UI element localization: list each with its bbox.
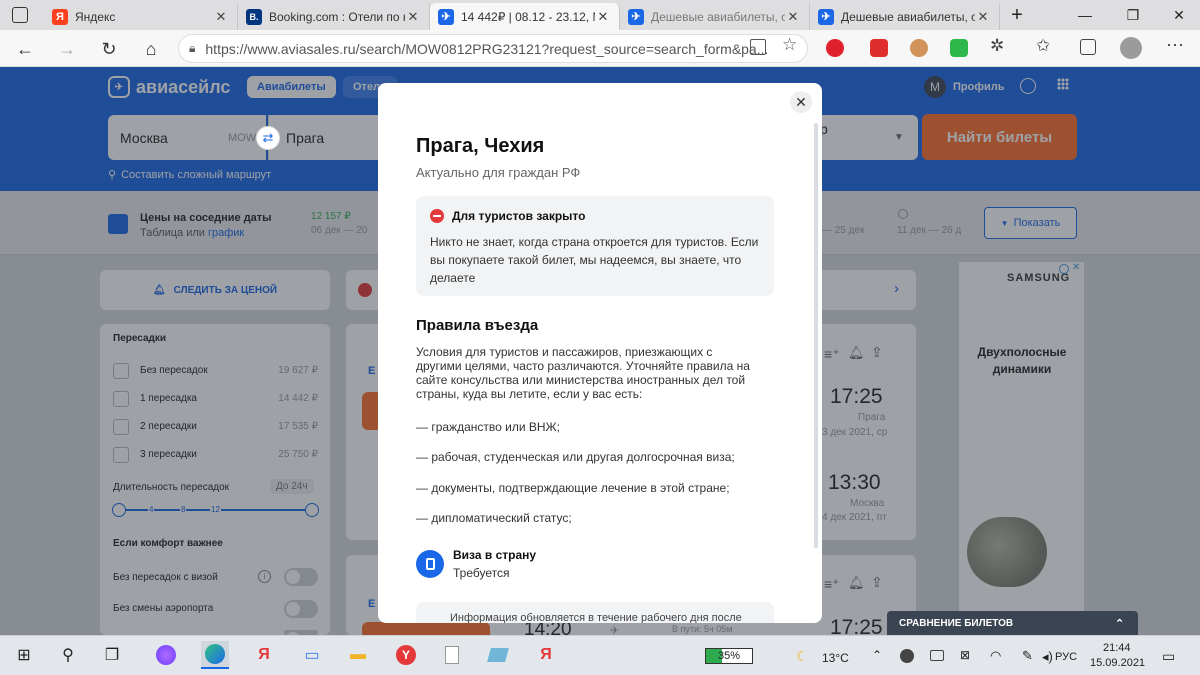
- tab-title: Booking.com : Отели по н: [269, 9, 405, 24]
- windows-taskbar: [0, 635, 1200, 675]
- extension-avatar-icon[interactable]: [910, 39, 928, 57]
- clock-date[interactable]: 15.09.2021: [1090, 657, 1145, 669]
- alice-icon[interactable]: [152, 641, 180, 669]
- tray-app-icon[interactable]: [900, 649, 914, 663]
- visa-value: Требуется: [453, 566, 510, 580]
- volume-icon[interactable]: ◂): [1042, 649, 1053, 665]
- tab-title: Яндекс: [75, 9, 116, 24]
- alert-body: Никто не знает, когда страна откроется д…: [430, 235, 759, 285]
- favorites-icon[interactable]: ✩: [1036, 36, 1050, 56]
- tray-close-icon[interactable]: ⊠: [960, 648, 970, 662]
- reload-button[interactable]: ↻: [94, 34, 124, 64]
- tab-aviasales-active[interactable]: ✈ 14 442₽ | 08.12 - 23.12, М ✕: [430, 3, 620, 30]
- collections-icon[interactable]: [1080, 39, 1096, 55]
- tab-aviasales-3[interactable]: ✈ Дешевые авиабилеты, от ✕: [810, 3, 1000, 30]
- alert-title: Для туристов закрыто: [452, 209, 586, 223]
- task-view-icon[interactable]: ❐: [98, 641, 126, 669]
- extensions-icon[interactable]: ✲: [990, 36, 1004, 56]
- clock-time[interactable]: 21:44: [1103, 642, 1131, 654]
- new-tab-button[interactable]: +: [996, 0, 1038, 30]
- extension-pdf-icon[interactable]: [870, 39, 888, 57]
- file-explorer-icon[interactable]: ▬: [344, 641, 372, 669]
- close-icon[interactable]: ✕: [975, 9, 991, 25]
- edge-icon[interactable]: [201, 641, 229, 669]
- booking-icon: B.: [246, 8, 262, 25]
- yandex-app-icon[interactable]: Y: [392, 641, 420, 669]
- update-info-box: Информация обновляется в течение рабочег…: [416, 602, 774, 623]
- compare-label: СРАВНЕНИЕ БИЛЕТОВ: [899, 617, 1014, 629]
- rule-item: — документы, подтверждающие лечение в эт…: [416, 481, 730, 495]
- entry-rules-text: Условия для туристов и пассажиров, приез…: [416, 345, 750, 401]
- app-icon[interactable]: [484, 641, 512, 669]
- wifi-icon[interactable]: ◠: [990, 648, 1001, 664]
- aviasales-icon: ✈: [818, 8, 834, 25]
- url-field[interactable]: 🔒︎ https://www.aviasales.ru/search/MOW08…: [178, 34, 808, 63]
- tray-app-icon[interactable]: [930, 650, 944, 661]
- url-text: https://www.aviasales.ru/search/MOW0812P…: [205, 40, 769, 57]
- swap-button[interactable]: ⇄: [256, 126, 280, 150]
- close-window-button[interactable]: ✕: [1156, 0, 1200, 30]
- aviasales-icon: ✈: [438, 8, 454, 25]
- maximize-button[interactable]: ❐: [1110, 0, 1156, 30]
- aviasales-icon: ✈: [628, 8, 644, 25]
- weather-icon[interactable]: ☾: [796, 648, 809, 665]
- country-info-modal: ✕ Прага, Чехия Актуально для граждан РФ …: [378, 83, 822, 623]
- tab-yandex[interactable]: Я Яндекс ✕: [44, 3, 238, 30]
- tab-title: Дешевые авиабилеты, от: [841, 9, 975, 24]
- notepad-icon[interactable]: [438, 641, 466, 669]
- visa-title: Виза в страну: [453, 548, 537, 562]
- tab-title: Дешевые авиабилеты, от: [651, 9, 785, 24]
- tab-title: 14 442₽ | 08.12 - 23.12, М: [461, 9, 595, 24]
- rule-item: — гражданство или ВНЖ;: [416, 420, 560, 434]
- close-icon[interactable]: ✕: [213, 9, 229, 25]
- rule-item: — рабочая, студенческая или другая долго…: [416, 450, 735, 464]
- tourists-closed-alert: Для туристов закрыто Никто не знает, ког…: [416, 196, 774, 296]
- language-indicator[interactable]: РУС: [1055, 651, 1077, 663]
- passport-icon: [416, 550, 444, 578]
- notification-icon[interactable]: ▭: [1162, 648, 1175, 665]
- yandex-browser-icon[interactable]: Я: [250, 641, 278, 669]
- info-text: Информация обновляется в течение рабочег…: [450, 612, 742, 623]
- close-icon[interactable]: ✕: [405, 9, 421, 25]
- address-toolbar: ← → ↻ ⌂ 🔒︎ https://www.aviasales.ru/sear…: [0, 30, 1200, 67]
- minimize-button[interactable]: —: [1062, 0, 1108, 30]
- close-icon[interactable]: ✕: [595, 9, 611, 25]
- battery-indicator[interactable]: 35%: [705, 648, 753, 664]
- close-icon[interactable]: ✕: [785, 9, 801, 25]
- rule-item: — дипломатический статус;: [416, 511, 572, 525]
- tab-booking[interactable]: B. Booking.com : Отели по н ✕: [238, 3, 430, 30]
- windows-start-icon[interactable]: ⊞: [10, 641, 38, 669]
- lock-icon[interactable]: 🔒︎: [189, 41, 195, 56]
- tab-aviasales-2[interactable]: ✈ Дешевые авиабилеты, от ✕: [620, 3, 810, 30]
- extension-shield-icon[interactable]: [950, 39, 968, 57]
- pen-icon[interactable]: ✎: [1022, 648, 1033, 664]
- favorite-star-icon[interactable]: ☆: [782, 35, 797, 55]
- computer-icon[interactable]: ▭: [298, 641, 326, 669]
- close-modal-button[interactable]: ✕: [790, 91, 812, 113]
- back-button[interactable]: ←: [10, 34, 40, 64]
- chevron-up-icon: ⌃: [1115, 617, 1125, 630]
- reader-view-icon[interactable]: [750, 39, 766, 55]
- yandex-icon: Я: [52, 8, 68, 25]
- modal-title: Прага, Чехия: [416, 135, 545, 157]
- profile-avatar-icon[interactable]: [1120, 37, 1142, 59]
- tab-strip: Я Яндекс ✕ B. Booking.com : Отели по н ✕…: [0, 0, 1200, 30]
- search-icon[interactable]: ⚲: [54, 641, 82, 669]
- home-button[interactable]: ⌂: [136, 34, 166, 64]
- compare-tickets-bar[interactable]: СРАВНЕНИЕ БИЛЕТОВ ⌃: [887, 611, 1138, 635]
- stop-icon: [430, 209, 444, 223]
- more-menu-icon[interactable]: ⋯: [1166, 35, 1184, 56]
- entry-rules-title: Правила въезда: [416, 317, 539, 334]
- tab-actions-icon[interactable]: [12, 7, 28, 23]
- modal-subtitle: Актуально для граждан РФ: [416, 165, 581, 180]
- chevron-up-icon[interactable]: ⌃: [872, 648, 882, 662]
- weather-temp[interactable]: 13°C: [822, 651, 849, 665]
- yandex-browser-icon[interactable]: Я: [532, 641, 560, 669]
- forward-button[interactable]: →: [52, 34, 82, 64]
- modal-scrollbar[interactable]: [814, 123, 818, 548]
- extension-red-icon[interactable]: [826, 39, 844, 57]
